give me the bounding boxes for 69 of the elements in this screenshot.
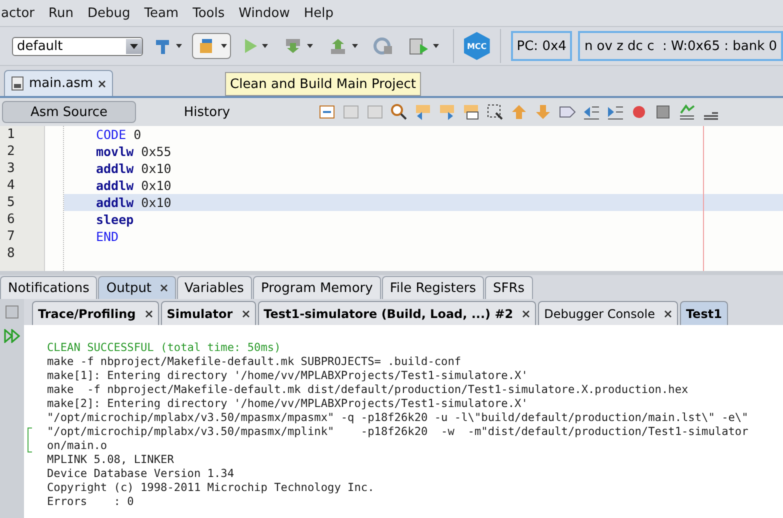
program-counter: PC: 0x4 (510, 31, 572, 61)
panel-tab[interactable]: Notifications (0, 276, 98, 299)
mcc-logo-icon[interactable]: MCC (464, 32, 490, 60)
output-line: MPLINK 5.08, LINKER (47, 453, 175, 467)
view-tab[interactable]: History (140, 101, 274, 123)
view-tab[interactable]: Asm Source (2, 101, 136, 123)
configuration-dropdown[interactable]: default (12, 36, 143, 56)
close-icon[interactable] (664, 310, 672, 318)
output-line: make[2]: Entering directory '/home/vv/MPLABXProjects/Test1-simulatore.X' (47, 397, 529, 411)
panel-tab[interactable]: Variables (176, 276, 252, 299)
output-line: CLEAN SUCCESSFUL (total time: 50ms) (47, 341, 282, 355)
line-number: 8 (6, 245, 16, 262)
output-line: Copyright (c) 1998-2011 Microchip Technology Inc. (47, 481, 376, 495)
console-tab[interactable]: Test1-simulatore (Build, Load, ...) #2 (258, 301, 536, 325)
highlight-icon[interactable] (462, 103, 480, 121)
output-line: make -f nbproject/Makefile-default.mk SUBPROJECTS= .build-conf (47, 355, 462, 369)
caret-icon[interactable] (130, 44, 138, 48)
console-tab[interactable]: Simulator (160, 301, 256, 325)
menu-item[interactable]: Window (238, 6, 290, 20)
caret-icon[interactable] (352, 44, 358, 48)
find-next-icon[interactable] (438, 103, 456, 121)
line-number: 5 (6, 194, 16, 211)
line-number: 3 (6, 160, 16, 177)
caret-icon[interactable] (262, 44, 268, 48)
console-tab[interactable]: Test1 (680, 301, 728, 325)
console-tab[interactable]: Trace/Profiling (32, 301, 159, 325)
line-number: 2 (6, 143, 16, 160)
select-icon[interactable] (486, 103, 504, 121)
caret-icon[interactable] (220, 44, 227, 48)
record-icon[interactable] (630, 103, 648, 121)
output-line: "/opt/microchip/mplabx/v3.50/mpasmx/mpasmx" -q -p18f26k20 -u -l\"build/default/production/main.lst\" -e\" (47, 411, 750, 425)
output-line: on/main.o (47, 439, 108, 453)
output-line: make[1]: Entering directory '/home/vv/MPLABXProjects/Test1-simulatore.X' (47, 369, 529, 383)
console-tab[interactable]: Debugger Console (538, 301, 678, 325)
close-icon[interactable] (242, 310, 250, 318)
panel-tab[interactable]: Output (98, 276, 176, 299)
close-icon[interactable] (522, 310, 530, 318)
file-icon (11, 76, 24, 91)
status-register: n ov z dc c : W:0x65 : bank 0 (578, 31, 783, 61)
close-icon[interactable] (98, 80, 106, 88)
close-icon[interactable] (144, 310, 153, 318)
menu-item[interactable]: Debug (87, 6, 130, 20)
panel-tab[interactable]: File Registers (382, 276, 484, 299)
line-number: 1 (6, 126, 16, 143)
fold-bracket-icon[interactable] (27, 427, 33, 453)
find-previous-icon[interactable] (414, 103, 432, 121)
stop-icon[interactable] (654, 103, 672, 121)
panel-tab[interactable]: Program Memory (252, 276, 381, 299)
caret-icon[interactable] (176, 44, 182, 48)
comment-icon[interactable] (678, 103, 696, 121)
caret-icon[interactable] (306, 44, 313, 48)
menu-item[interactable]: Run (48, 6, 74, 20)
line-number: 6 (6, 211, 16, 228)
panel-tab[interactable]: SFRs (485, 276, 533, 299)
output-line: Device Database Version 1.34 (47, 467, 236, 481)
menu-item[interactable]: actor (1, 6, 35, 20)
line-number: 7 (6, 228, 16, 245)
line-number: 4 (6, 177, 16, 194)
output-line: make -f nbproject/Makefile-default.mk dist/default/production/Test1-simulatore.X.production.hex (47, 383, 690, 397)
menu-item[interactable]: Help (304, 6, 334, 20)
menu-item[interactable]: Team (144, 6, 179, 20)
output-line: "/opt/microchip/mplabx/v3.50/mpasmx/mplink" -p18f26k20 -w -m"dist/default/production/Test1-simulator (47, 425, 750, 439)
menu-item[interactable]: Tools (192, 6, 225, 20)
search-icon[interactable] (390, 103, 408, 121)
tooltip: Clean and Build Main Project (225, 72, 422, 96)
editor-tab[interactable]: main.asm (4, 70, 114, 96)
caret-icon[interactable] (432, 44, 439, 48)
output-line: Errors : 0 (47, 495, 135, 509)
close-icon[interactable] (160, 284, 168, 292)
